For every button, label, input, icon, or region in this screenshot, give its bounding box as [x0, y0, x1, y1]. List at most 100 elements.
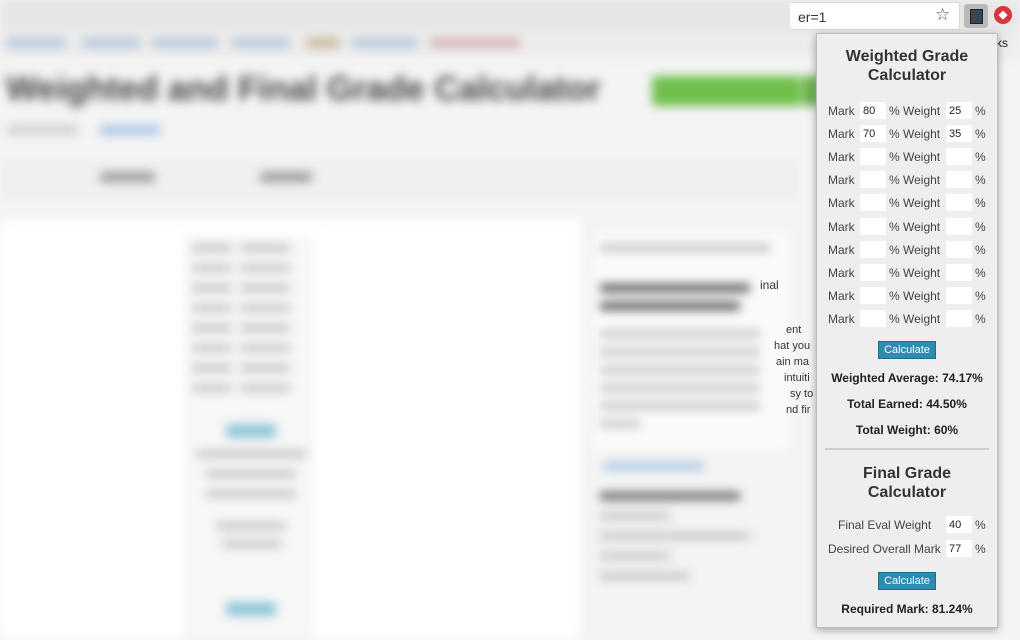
background-bookmark: [232, 38, 290, 48]
final-eval-weight-row: Final Eval Weight %: [817, 515, 997, 535]
background-bookmark: [352, 38, 418, 48]
weight-label: Weight: [903, 219, 941, 234]
weight-input[interactable]: [946, 286, 972, 304]
background-line: [600, 492, 740, 500]
weight-label: Weight: [903, 265, 941, 280]
percent-sign: %: [975, 288, 986, 303]
background-button: [226, 602, 276, 616]
percent-sign: %: [889, 150, 900, 165]
weight-input[interactable]: [946, 148, 972, 166]
background-line: [600, 348, 760, 356]
background-line: [192, 364, 232, 372]
background-line: [240, 324, 290, 332]
background-line: [600, 366, 760, 374]
background-line: [240, 364, 290, 372]
mark-label: Mark: [828, 265, 855, 280]
mark-weight-row: Mark%Weight%: [817, 309, 997, 329]
background-line: [206, 490, 296, 498]
mark-label: Mark: [828, 104, 855, 118]
percent-sign: %: [975, 127, 986, 142]
background-line: [240, 344, 290, 352]
background-snippet: nd fir: [786, 404, 811, 416]
background-bookmark: [6, 38, 66, 48]
background-button: [226, 424, 276, 438]
mark-input[interactable]: [860, 171, 886, 189]
background-nav-item: [260, 172, 312, 182]
mark-weight-row: Mark%Weight%: [817, 101, 997, 121]
bookmark-star-icon[interactable]: ☆: [935, 5, 950, 25]
background-line: [240, 304, 290, 312]
mark-label: Mark: [828, 311, 855, 326]
percent-sign: %: [889, 173, 900, 188]
background-line: [192, 264, 232, 272]
percent-sign: %: [975, 311, 986, 326]
mark-input[interactable]: [860, 309, 886, 327]
background-line: [600, 302, 740, 310]
background-line: [192, 324, 232, 332]
background-line: [240, 384, 290, 392]
mark-input[interactable]: [860, 286, 886, 304]
background-subtitle: [8, 125, 78, 135]
final-eval-weight-input[interactable]: [946, 516, 972, 533]
background-page-title: Weighted and Final Grade Calculator: [6, 70, 601, 108]
percent-sign: %: [975, 173, 986, 188]
percent-sign: %: [975, 542, 986, 556]
total-weight-result: Total Weight: 60%: [855, 423, 959, 437]
background-bookmark: [152, 38, 218, 48]
weight-input[interactable]: [946, 217, 972, 235]
background-line: [240, 284, 290, 292]
calculate-final-button[interactable]: Calculate: [878, 572, 936, 590]
background-bookmark: [306, 38, 340, 48]
background-snippet: inal: [760, 278, 779, 292]
background-line: [192, 384, 232, 392]
weight-input[interactable]: [946, 240, 972, 258]
weighted-calculator-title-line1: Weighted Grade: [845, 48, 969, 65]
background-line: [216, 522, 286, 530]
percent-sign: %: [975, 265, 986, 280]
percent-sign: %: [889, 104, 900, 118]
final-calculator-title-line2: Calculator: [867, 484, 947, 501]
background-snippet: ain ma: [776, 356, 810, 368]
mark-weight-row: Mark%Weight%: [817, 147, 997, 167]
background-snippet: sy to: [790, 388, 814, 400]
background-nav-item: [100, 172, 155, 182]
weight-input[interactable]: [946, 171, 972, 189]
mark-weight-row: Mark%Weight%: [817, 286, 997, 306]
desired-overall-mark-input[interactable]: [946, 540, 972, 557]
mark-weight-row: Mark%Weight%: [817, 193, 997, 213]
required-mark-result: Required Mark: 81.24%: [841, 602, 973, 616]
background-line: [196, 450, 306, 458]
total-earned-result: Total Earned: 44.50%: [847, 397, 967, 411]
background-line: [600, 284, 750, 292]
weight-input[interactable]: [946, 263, 972, 281]
adblock-icon[interactable]: ◆: [994, 6, 1012, 24]
extension-popup: Weighted Grade Calculator Mark%Weight%Ma…: [816, 33, 998, 628]
percent-sign: %: [889, 265, 900, 280]
background-line: [600, 572, 690, 580]
weight-input[interactable]: [946, 125, 972, 143]
calculate-weighted-button[interactable]: Calculate: [878, 341, 936, 359]
desired-overall-mark-label: Desired Overall Mark: [828, 542, 941, 556]
mark-input[interactable]: [860, 125, 886, 143]
background-line: [206, 470, 296, 478]
background-green-button: [652, 76, 802, 106]
mark-label: Mark: [828, 173, 855, 188]
background-bookmark: [82, 38, 140, 48]
weight-label: Weight: [903, 311, 941, 326]
mark-input[interactable]: [860, 263, 886, 281]
weight-input[interactable]: [946, 309, 972, 327]
mark-input[interactable]: [860, 148, 886, 166]
mark-label: Mark: [828, 242, 855, 257]
mark-input[interactable]: [860, 102, 886, 119]
background-sidebar: [590, 230, 792, 452]
weight-label: Weight: [903, 196, 941, 211]
background-line: [604, 462, 704, 470]
percent-sign: %: [975, 518, 986, 532]
weight-input[interactable]: [946, 102, 972, 119]
mark-input[interactable]: [860, 240, 886, 258]
grade-calculator-extension-icon[interactable]: [964, 4, 988, 28]
background-line: [600, 330, 760, 338]
weight-input[interactable]: [946, 194, 972, 212]
mark-input[interactable]: [860, 194, 886, 212]
mark-input[interactable]: [860, 217, 886, 235]
